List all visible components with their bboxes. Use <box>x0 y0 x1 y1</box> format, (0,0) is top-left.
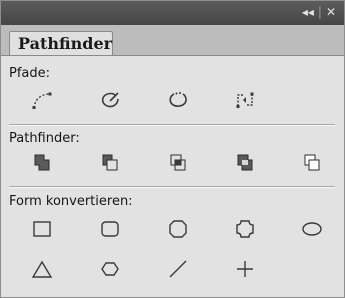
convert-rounded-rectangle-button[interactable] <box>97 216 123 242</box>
section-divider <box>9 124 335 126</box>
convert-beveled-rectangle-button[interactable] <box>165 216 191 242</box>
reverse-path-icon <box>236 92 254 108</box>
ellipse-icon <box>302 222 322 236</box>
control-separator: | <box>317 5 322 19</box>
collapse-panel-icon[interactable]: ◂◂ <box>302 4 314 20</box>
convert-cross-button[interactable] <box>232 256 258 282</box>
unite-icon <box>34 154 50 171</box>
rounded-rectangle-icon <box>101 221 119 237</box>
section-label-pathfinder: Pathfinder: <box>9 131 80 146</box>
pathfinder-panel-window: ◂◂ | ✕ Pathfinder Pfade: Pathfinder: For… <box>0 0 345 298</box>
rectangle-icon <box>33 221 51 237</box>
minus-front-button[interactable] <box>97 150 123 176</box>
panel-body: Pfade: Pathfinder: Form konvertieren: <box>1 55 344 297</box>
divide-icon <box>304 154 320 171</box>
section-label-pfade: Pfade: <box>9 66 51 81</box>
section-label-form-konvertieren: Form konvertieren: <box>9 194 133 209</box>
line-icon <box>169 260 187 278</box>
divide-button[interactable] <box>299 150 325 176</box>
convert-ellipse-button[interactable] <box>299 216 325 242</box>
minus-front-icon <box>102 154 118 171</box>
reverse-path-button[interactable] <box>232 87 258 113</box>
exclude-overlap-icon <box>237 154 253 171</box>
open-path-icon <box>169 92 187 107</box>
tab-strip: Pathfinder <box>1 25 344 56</box>
join-paths-button[interactable] <box>29 87 55 113</box>
close-path-button[interactable] <box>97 87 123 113</box>
convert-inverse-rounded-rectangle-button[interactable] <box>232 216 258 242</box>
convert-line-button[interactable] <box>165 256 191 282</box>
open-path-button[interactable] <box>165 87 191 113</box>
section-divider <box>9 186 335 188</box>
beveled-rectangle-icon <box>169 220 187 238</box>
close-panel-icon[interactable]: ✕ <box>326 4 336 20</box>
title-bar-controls: ◂◂ | ✕ <box>302 4 336 20</box>
close-path-icon <box>101 92 119 108</box>
convert-triangle-button[interactable] <box>29 256 55 282</box>
join-icon <box>32 92 52 109</box>
tab-pathfinder[interactable]: Pathfinder <box>9 31 113 56</box>
intersect-button[interactable] <box>165 150 191 176</box>
polygon-icon <box>101 262 119 276</box>
convert-polygon-button[interactable] <box>97 256 123 282</box>
intersect-icon <box>170 154 186 171</box>
exclude-overlap-button[interactable] <box>232 150 258 176</box>
panel-title-bar[interactable]: ◂◂ | ✕ <box>1 1 344 25</box>
inverse-rounded-rectangle-icon <box>236 220 254 238</box>
convert-rectangle-button[interactable] <box>29 216 55 242</box>
unite-button[interactable] <box>29 150 55 176</box>
cross-icon <box>237 261 253 277</box>
triangle-icon <box>31 260 53 278</box>
